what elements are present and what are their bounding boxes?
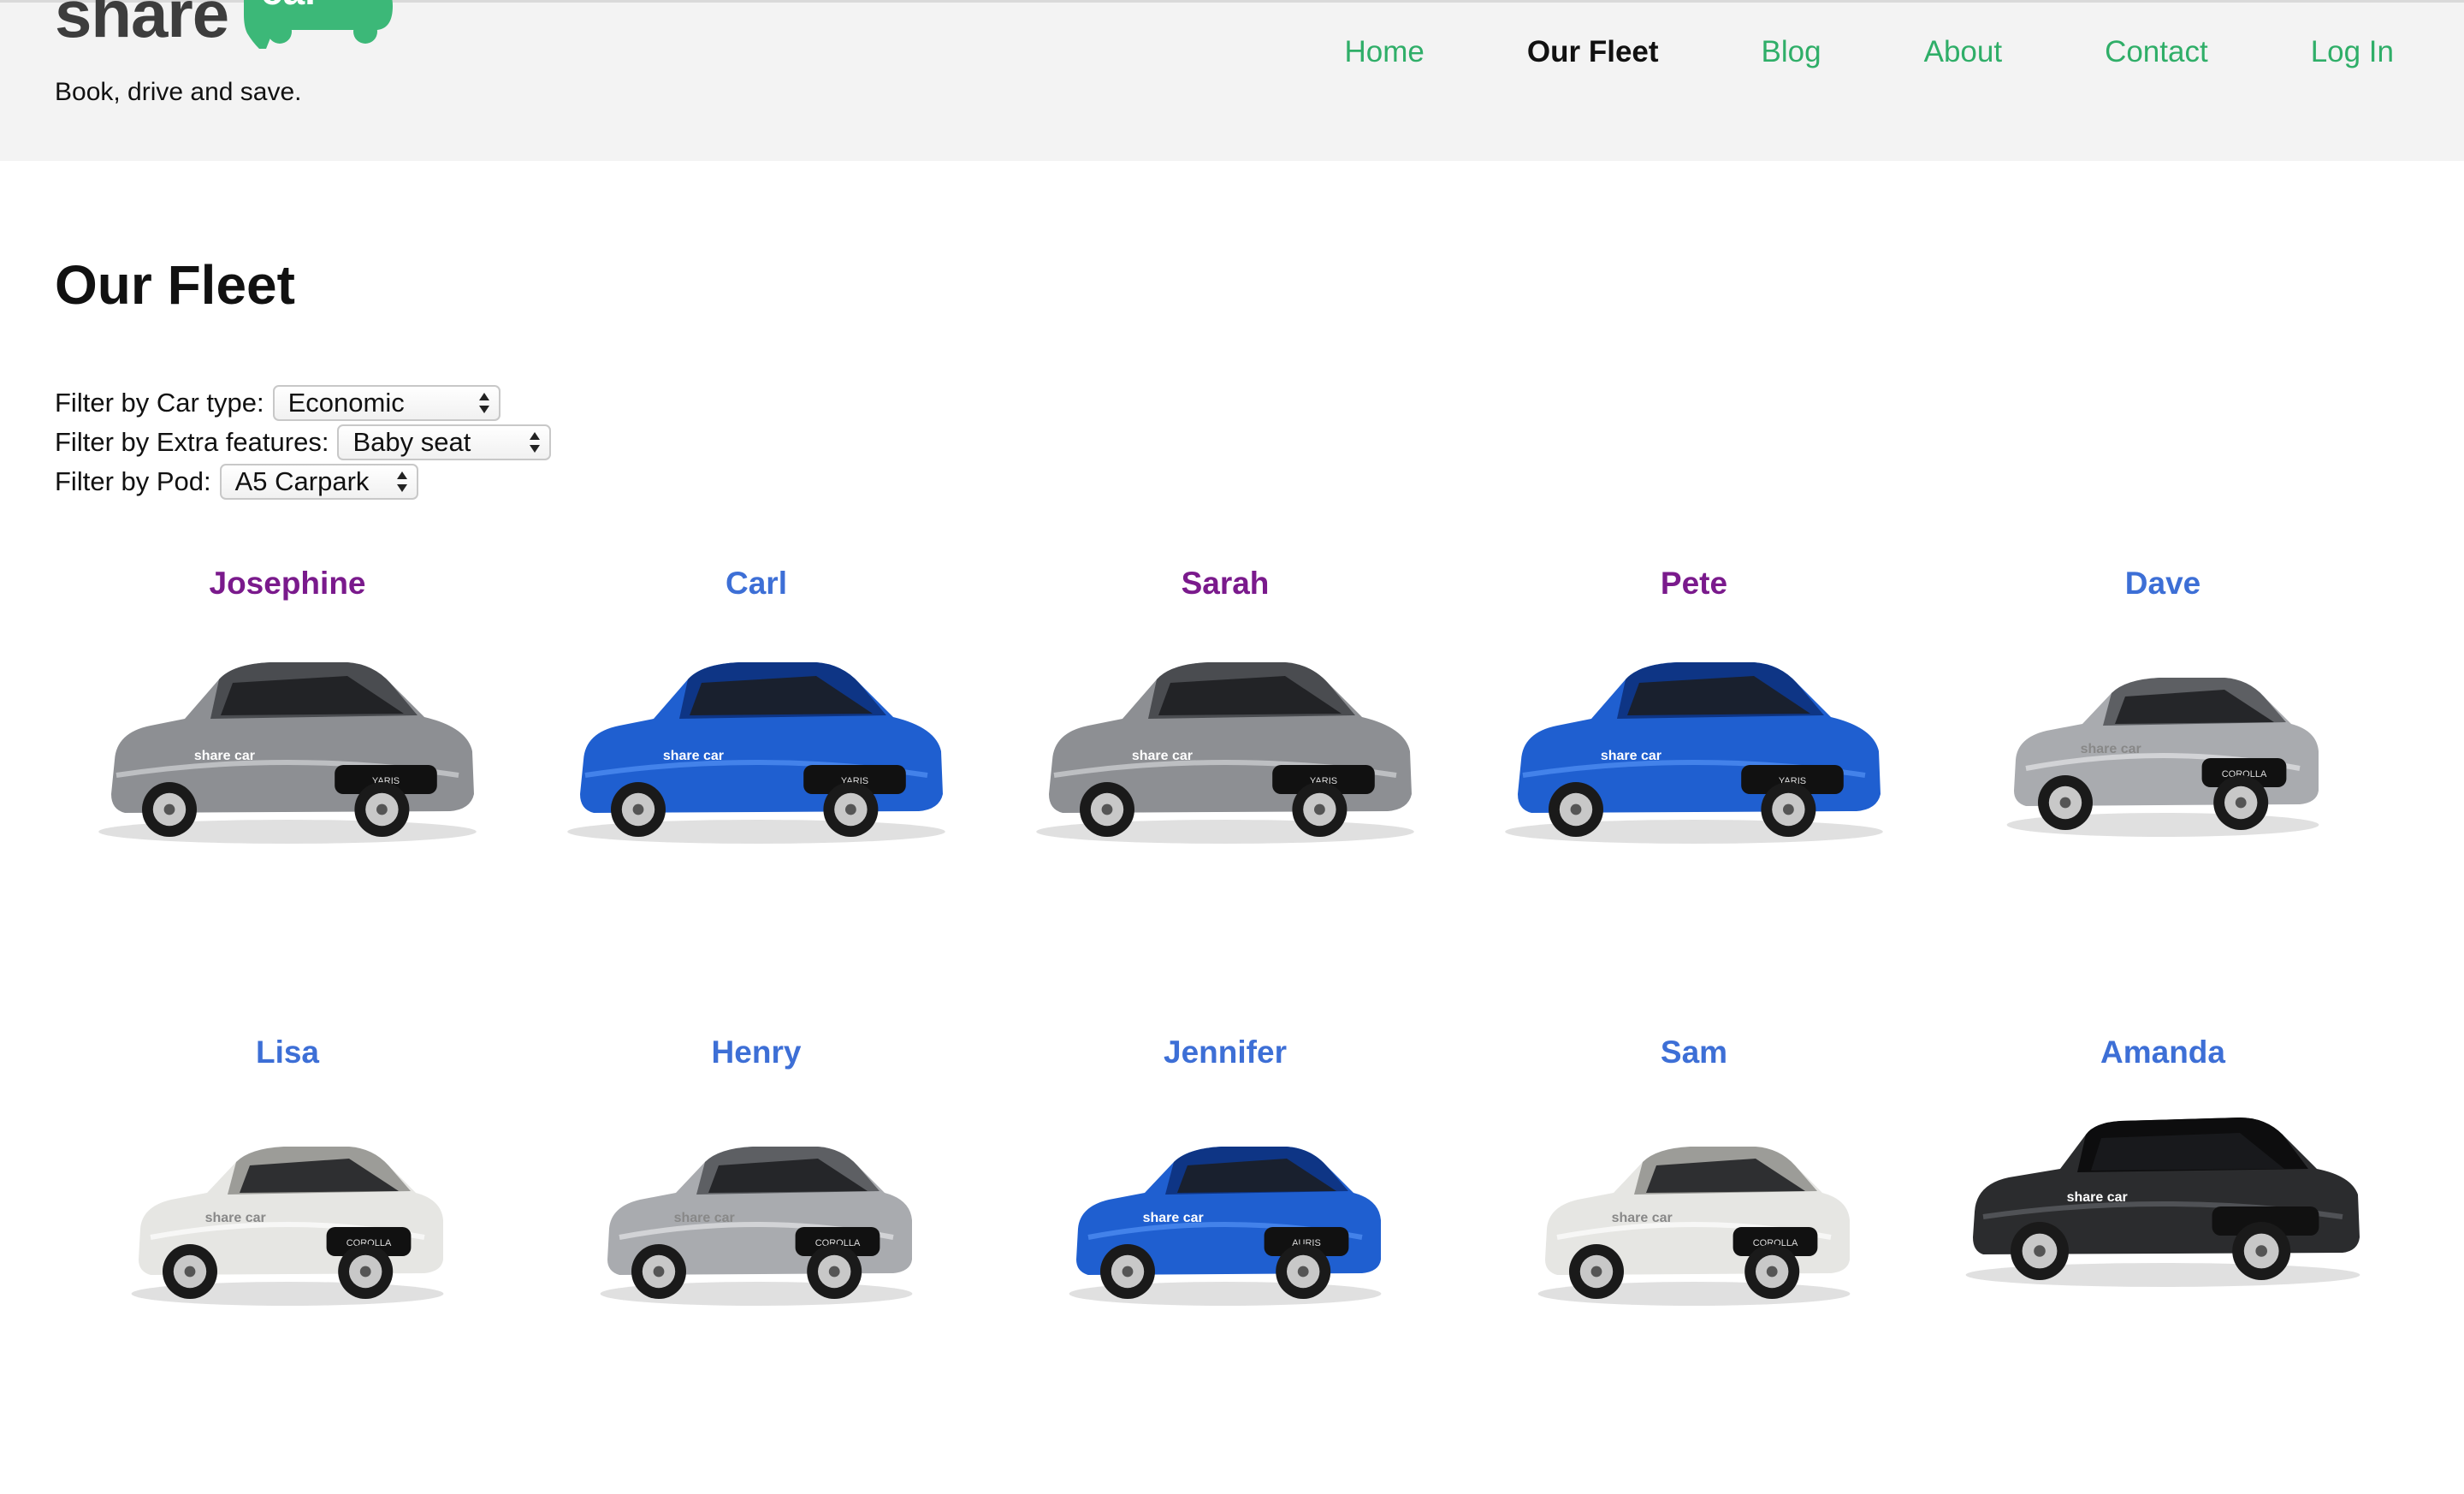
car-image[interactable]: COROLLA share car xyxy=(1531,1109,1857,1310)
svg-text:share car: share car xyxy=(1601,749,1661,763)
svg-text:share car: share car xyxy=(2067,1190,2128,1205)
main-nav: Home Our Fleet Blog About Contact Log In xyxy=(1242,33,2394,71)
car-name-link[interactable]: Lisa xyxy=(53,1025,522,1080)
car-type-select-value: Economic xyxy=(287,388,405,418)
car-image[interactable]: COROLLA share car xyxy=(125,1109,450,1310)
car-name-link[interactable]: Amanda xyxy=(1928,1025,2397,1080)
car-name-link[interactable]: Sam xyxy=(1460,1025,1928,1080)
svg-text:share car: share car xyxy=(2081,742,2141,756)
car-card[interactable]: Sam COROLLA share car xyxy=(1460,1025,1928,1494)
car-card[interactable]: Amanda share car xyxy=(1928,1025,2397,1494)
select-arrows-icon xyxy=(478,393,489,413)
car-image[interactable]: YARIS share car xyxy=(91,623,484,850)
logo-word: share xyxy=(55,0,229,51)
car-image[interactable]: AURIS share car xyxy=(1063,1109,1388,1310)
svg-text:share car: share car xyxy=(205,1211,266,1225)
svg-text:share car: share car xyxy=(1143,1211,1204,1225)
nav-contact[interactable]: Contact xyxy=(2105,33,2208,71)
pod-select-value: A5 Carpark xyxy=(234,466,370,496)
nav-home[interactable]: Home xyxy=(1345,33,1424,71)
car-card[interactable]: Sarah YARIS share car xyxy=(991,556,1460,1025)
svg-text:share car: share car xyxy=(1612,1211,1673,1225)
car-card[interactable]: Jennifer AURIS share car xyxy=(991,1025,1460,1494)
car-image[interactable]: COROLLA share car xyxy=(594,1109,919,1310)
car-card[interactable]: Carl YARIS share car xyxy=(522,556,991,1025)
car-card[interactable]: Henry COROLLA share car xyxy=(522,1025,991,1494)
svg-text:share car: share car xyxy=(1132,749,1193,763)
car-image[interactable]: YARIS share car xyxy=(560,623,953,850)
car-card[interactable]: Lisa COROLLA share car xyxy=(53,1025,522,1494)
filters-panel: Filter by Car type: Economic Filter by E… xyxy=(55,383,552,501)
filter-pod-row: Filter by Pod: A5 Carpark xyxy=(55,462,551,501)
car-name-link[interactable]: Sarah xyxy=(991,556,1460,611)
logo[interactable]: share car xyxy=(55,0,394,54)
filter-car-type-row: Filter by Car type: Economic xyxy=(55,383,551,423)
svg-text:share car: share car xyxy=(663,749,724,763)
select-arrows-icon xyxy=(396,471,407,492)
page-title: Our Fleet xyxy=(55,254,295,316)
car-name-link[interactable]: Henry xyxy=(522,1025,991,1080)
svg-text:share car: share car xyxy=(194,749,255,763)
fleet-grid: Josephine YARIS share car Carl YARIS sha… xyxy=(53,556,2406,1494)
tagline: Book, drive and save. xyxy=(55,78,302,106)
extra-features-select[interactable]: Baby seat xyxy=(337,424,552,460)
pod-select[interactable]: A5 Carpark xyxy=(219,464,418,500)
site-header: share car Book, drive and save. Home Our… xyxy=(0,0,2464,161)
car-name-link[interactable]: Dave xyxy=(1928,556,2397,611)
car-image[interactable]: YARIS share car xyxy=(1028,623,1422,850)
extra-features-select-value: Baby seat xyxy=(352,427,471,457)
car-name-link[interactable]: Pete xyxy=(1460,556,1928,611)
nav-our-fleet[interactable]: Our Fleet xyxy=(1527,33,1659,71)
car-image[interactable]: YARIS share car xyxy=(1497,623,1891,850)
car-image[interactable]: COROLLA share car xyxy=(2000,640,2325,841)
svg-text:share car: share car xyxy=(674,1211,735,1225)
filter-extra-features-label: Filter by Extra features: xyxy=(55,427,329,457)
car-card[interactable]: Josephine YARIS share car xyxy=(53,556,522,1025)
car-card[interactable]: Pete YARIS share car xyxy=(1460,556,1928,1025)
nav-blog[interactable]: Blog xyxy=(1762,33,1821,71)
car-card[interactable]: Dave COROLLA share car xyxy=(1928,556,2397,1025)
car-name-link[interactable]: Carl xyxy=(522,556,991,611)
nav-about[interactable]: About xyxy=(1924,33,2002,71)
logo-badge-text: car xyxy=(261,0,320,13)
filter-pod-label: Filter by Pod: xyxy=(55,466,211,496)
filter-car-type-label: Filter by Car type: xyxy=(55,388,264,418)
car-name-link[interactable]: Jennifer xyxy=(991,1025,1460,1080)
car-image[interactable]: share car xyxy=(1958,1083,2368,1301)
select-arrows-icon xyxy=(530,432,541,453)
car-type-select[interactable]: Economic xyxy=(272,385,500,421)
nav-log-in[interactable]: Log In xyxy=(2311,33,2394,71)
car-badge-icon: car xyxy=(235,0,394,50)
car-name-link[interactable]: Josephine xyxy=(53,556,522,611)
filter-extra-features-row: Filter by Extra features: Baby seat xyxy=(55,423,552,462)
